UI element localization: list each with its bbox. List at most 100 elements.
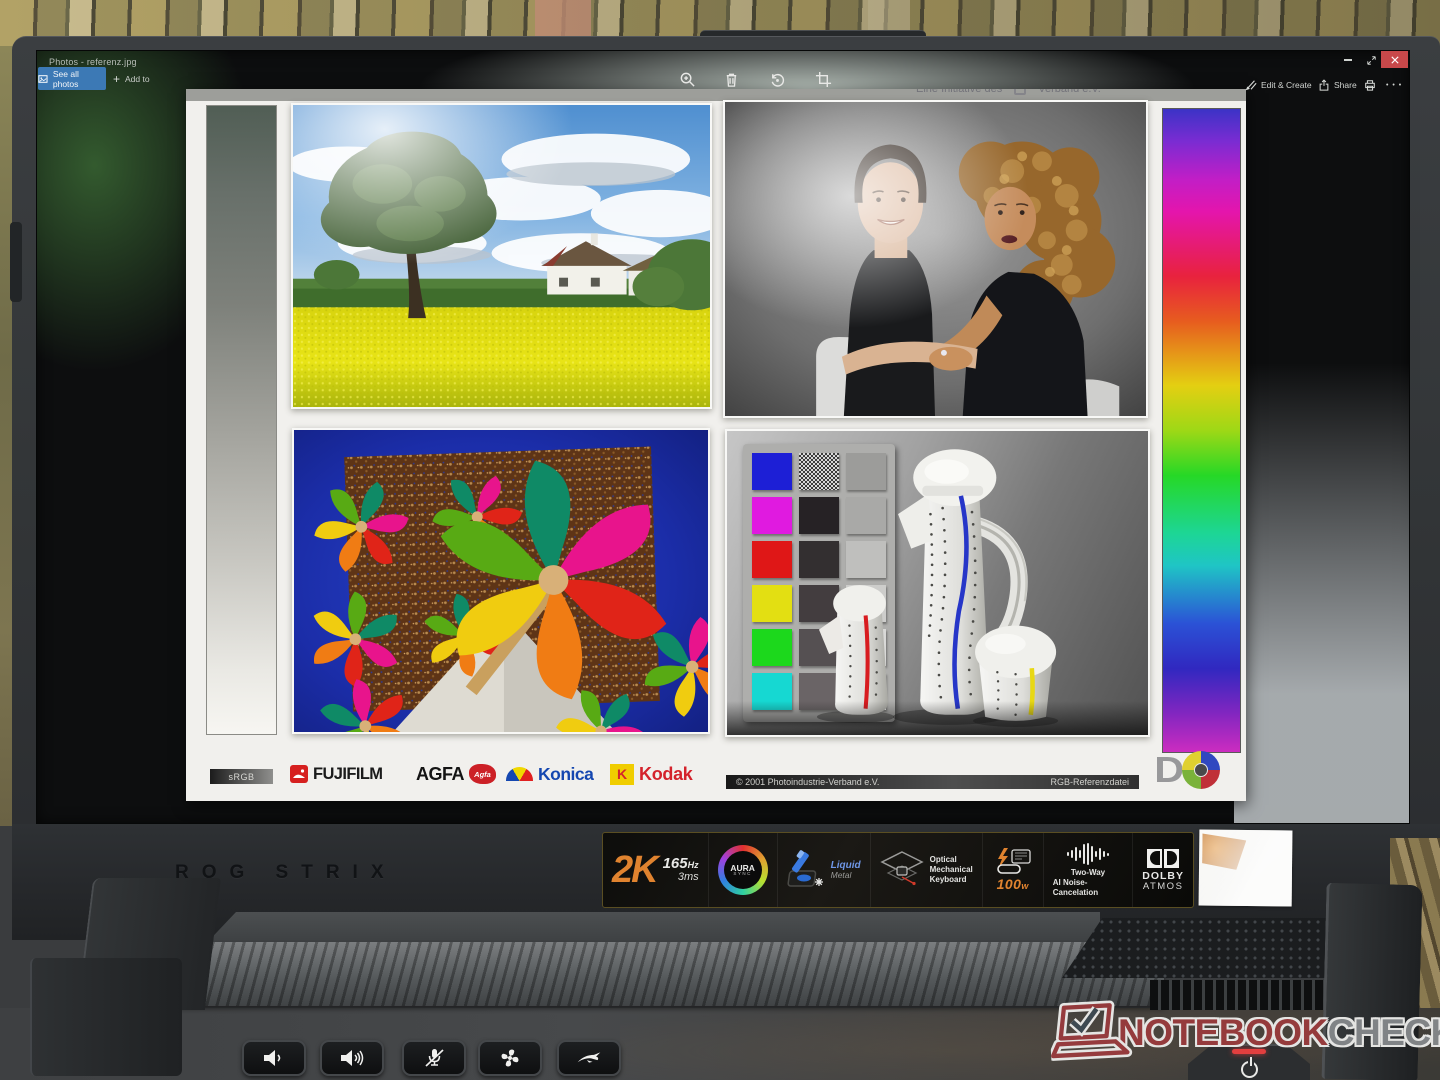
refresh-value: 165 [662, 855, 688, 873]
small-pot [818, 585, 888, 715]
zoom-button[interactable] [675, 67, 699, 91]
aura-sync-icon: AURA SYNC [717, 845, 768, 895]
header-text-right: Verband e.V. [1038, 89, 1101, 95]
spec-aura-sync: AURA SYNC [707, 833, 777, 907]
srgb-label: sRGB [210, 769, 273, 784]
see-all-photos-label: See all photos [52, 68, 79, 89]
copyright-text: © 2001 Photoindustrie-Verband e.V. [736, 777, 880, 787]
dq-colorwheel-icon [1182, 751, 1220, 789]
landscape-illustration [293, 105, 710, 407]
reference-image: Eine Initiative des Verband e.V. sRGB FU… [186, 89, 1246, 801]
sync-label: SYNC [733, 871, 752, 876]
spec-liquid-metal: Liquid Metal [776, 833, 870, 907]
agfa-rhombus-icon: Agfa [469, 764, 497, 784]
share-button[interactable]: Share [1318, 76, 1357, 94]
close-button[interactable] [1381, 51, 1408, 68]
fujifilm-logo: FUJIFILM [290, 763, 383, 785]
edit-icon [1245, 80, 1257, 91]
delete-button[interactable] [719, 67, 743, 91]
watermark-check: CHECK [1327, 1012, 1440, 1053]
refresh-unit: Hz [687, 860, 699, 871]
fujifilm-icon [290, 765, 308, 783]
window-title: Photos - referenz.jpg [49, 57, 137, 67]
header-text-left: Eine Initiative des [916, 89, 1003, 95]
volume-down-icon [264, 1050, 281, 1066]
agfa-script: Agfa [474, 769, 491, 779]
dolby-icon [1147, 848, 1180, 868]
pinwheels-illustration [294, 430, 708, 732]
verband-logo-icon [1014, 89, 1027, 95]
spec-sticker: 2K 165Hz 3ms AURA SYNC Liquid Metal Opti… [602, 832, 1194, 908]
response-time: 3ms [677, 871, 699, 884]
spec-dolby-atmos: DOLBY ATMOS [1132, 833, 1193, 907]
kb-line2: Mechanical [929, 865, 973, 874]
quadrant-pinwheels [292, 428, 710, 734]
dq-logo: D [1154, 749, 1220, 791]
quadrant-portrait [723, 100, 1148, 418]
fast-charge-icon [996, 848, 1031, 874]
hotkey-mic-mute[interactable] [402, 1040, 466, 1076]
quadrant-landscape [291, 103, 712, 409]
mic-mute-icon [425, 1049, 444, 1067]
more-options-button[interactable]: • • • [1386, 76, 1402, 94]
printer-icon [1365, 80, 1375, 91]
rotate-icon [771, 73, 784, 87]
rog-logo-icon [577, 1052, 601, 1063]
screen-glare-right [1234, 363, 1409, 823]
hotkey-fan-mode[interactable] [478, 1040, 542, 1076]
hotkey-volume-up[interactable] [320, 1040, 384, 1076]
edit-create-label: Edit & Create [1261, 80, 1312, 90]
see-all-photos-button[interactable]: See all photos [38, 67, 106, 90]
quadrant-color-checker [725, 429, 1150, 737]
close-icon [1390, 55, 1399, 64]
floor-shadow [727, 701, 1148, 735]
share-icon [1319, 79, 1329, 91]
add-to-button[interactable]: + Add to [107, 67, 156, 90]
mechanical-keyboard-icon [879, 851, 924, 886]
konica-logo: Konica [506, 763, 594, 785]
hotkey-volume-down[interactable] [242, 1040, 306, 1076]
porcelain-pots-illustration [816, 449, 1059, 727]
left-hinge-base [30, 958, 182, 1076]
minimize-icon [1344, 59, 1352, 61]
agfa-wordmark: AGFA [416, 763, 465, 784]
nc-line2: AI Noise-Cancelation [1052, 877, 1099, 897]
photos-icon [38, 74, 48, 83]
cpu-sticker [1198, 829, 1293, 907]
restore-button[interactable] [1363, 53, 1379, 67]
kodak-wordmark: Kodak [639, 763, 693, 784]
hinge-rib-bar [132, 942, 1164, 1006]
speaker-grille [1062, 918, 1350, 978]
zoom-in-icon [680, 72, 695, 87]
bezel-side-ridge [10, 222, 22, 302]
fan-icon [501, 1049, 519, 1067]
trash-icon [726, 73, 736, 87]
plus-icon: + [113, 71, 121, 86]
notebookcheck-laptop-icon [1048, 1000, 1133, 1061]
spec-power-delivery: 100w [981, 833, 1043, 907]
edit-create-button[interactable]: Edit & Create [1245, 76, 1312, 94]
notebookcheck-watermark: NOTEBOOK CHECK [1048, 1000, 1440, 1066]
kb-line3: Keyboard [929, 875, 967, 884]
watt-value: 100 [996, 876, 1022, 892]
spec-keyboard: Optical Mechanical Keyboard [869, 833, 982, 907]
crop-button[interactable] [811, 67, 835, 91]
noise-cancelation-icon [1067, 842, 1109, 865]
volume-up-icon [341, 1050, 364, 1066]
portrait-illustration [725, 102, 1146, 416]
metal-label: Metal [830, 869, 852, 880]
kodak-logo: K Kodak [610, 763, 693, 785]
laptop-screen: Photos - referenz.jpg See all photos + A… [36, 50, 1410, 824]
kb-line1: Optical [929, 855, 957, 864]
minimize-button[interactable] [1340, 53, 1356, 67]
print-button[interactable] [1364, 76, 1376, 94]
kodak-icon: K [610, 763, 634, 785]
resolution-text: 2K [612, 848, 659, 891]
konica-wordmark: Konica [538, 763, 594, 784]
hotkey-rog-armoury[interactable] [557, 1040, 621, 1076]
add-to-label: Add to [125, 73, 150, 84]
spec-resolution: 2K 165Hz 3ms [603, 833, 708, 907]
copyright-bar: © 2001 Photoindustrie-Verband e.V. RGB-R… [726, 775, 1139, 789]
rainbow-gradient-bar [1162, 108, 1241, 753]
rotate-button[interactable] [765, 67, 789, 91]
